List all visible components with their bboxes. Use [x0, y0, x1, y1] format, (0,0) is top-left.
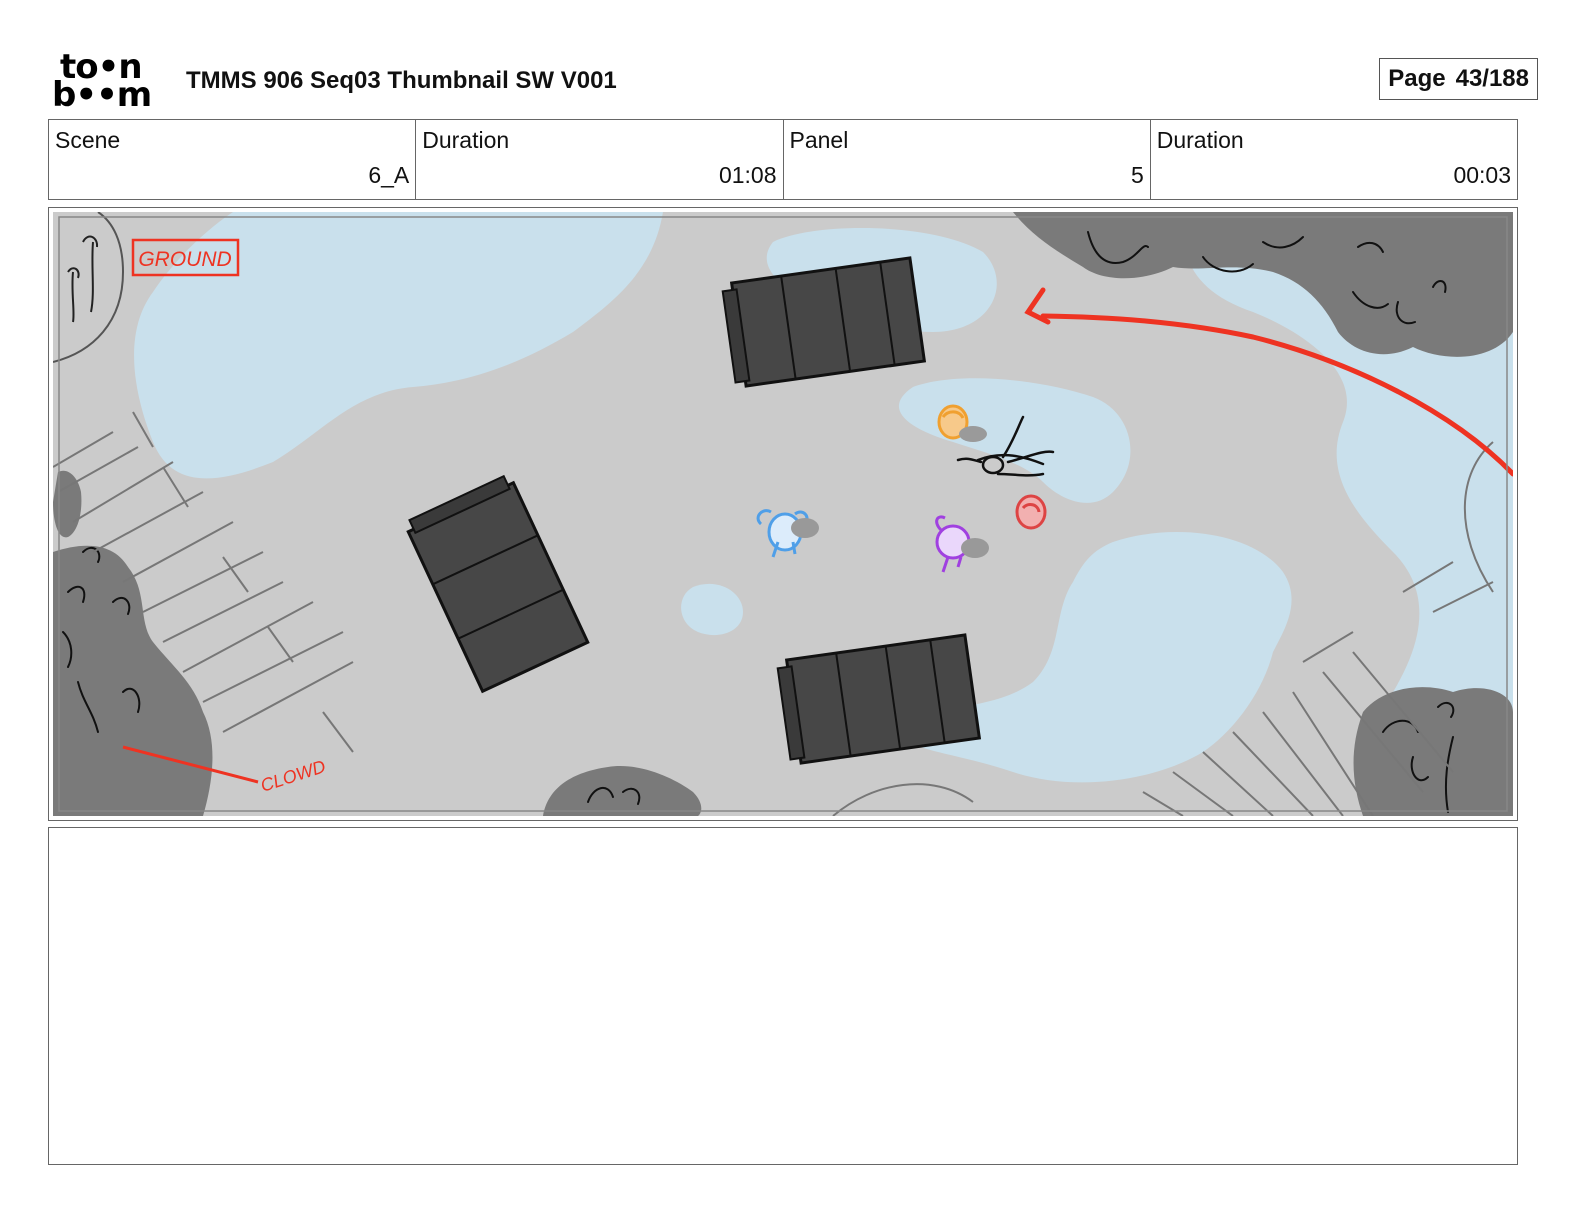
panel-duration-value: 00:03	[1453, 162, 1511, 188]
scene-duration-value: 01:08	[718, 162, 777, 188]
toonboom-logo: to•n b••m	[52, 50, 167, 115]
scene-cell: Scene 6_A	[49, 120, 417, 199]
panel-duration-cell: Duration 00:03	[1151, 120, 1517, 199]
panel-notes-box	[48, 827, 1518, 1165]
storyboard-panel: GROUND CLOWD	[48, 207, 1518, 821]
panel-label: Panel	[789, 127, 849, 153]
page-header: to•n b••m TMMS 906 Seq03 Thumbnail SW V0…	[48, 50, 1538, 112]
logo-text-bottom: b••m	[52, 75, 152, 115]
page-number: 43/188	[1455, 65, 1529, 92]
panel-cell: Panel 5	[784, 120, 1151, 199]
panel-value: 5	[1130, 162, 1144, 188]
document-title: TMMS 906 Seq03 Thumbnail SW V001	[186, 67, 617, 94]
character-red	[1015, 494, 1047, 530]
scene-info-table: Scene 6_A Duration 01:08 Panel 5 Duratio…	[48, 119, 1518, 200]
page-label: Page	[1388, 65, 1446, 92]
panel-duration-label: Duration	[1156, 127, 1244, 153]
scene-duration-cell: Duration 01:08	[416, 120, 784, 199]
ground-label: GROUND	[138, 248, 231, 271]
scene-value: 6_A	[368, 162, 410, 188]
page-indicator: Page 43/188	[1379, 58, 1538, 100]
scene-label: Scene	[55, 127, 121, 153]
panel-sketch: GROUND CLOWD	[53, 212, 1513, 816]
scene-duration-label: Duration	[422, 127, 510, 153]
